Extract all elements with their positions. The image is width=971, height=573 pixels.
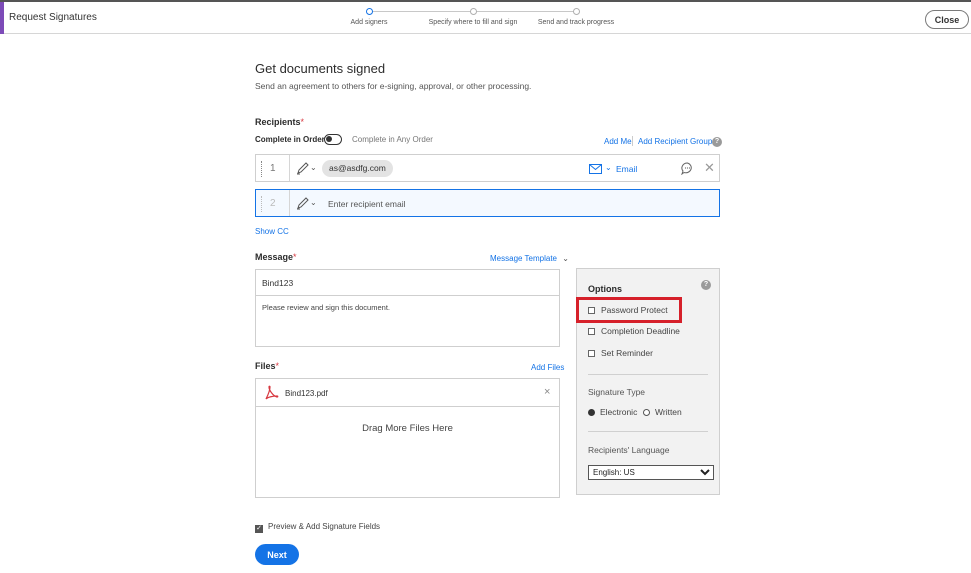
recipients-language-label: Recipients' Language [588, 445, 670, 455]
required-mark: * [293, 252, 297, 262]
recipient-email-input[interactable] [328, 195, 578, 212]
recipients-label: Recipients* [255, 117, 304, 127]
step-label-add-signers: Add signers [350, 19, 388, 26]
preview-label: Preview & Add Signature Fields [268, 522, 381, 531]
options-help-icon[interactable]: ? [701, 280, 711, 290]
signature-type-label: Signature Type [588, 387, 646, 397]
order-toggle[interactable] [324, 134, 342, 145]
role-chevron-down-icon[interactable]: ⌄ [310, 198, 317, 207]
recipient-row-2: 2 ⌄ [255, 189, 720, 217]
set-reminder-option[interactable]: Set Reminder [588, 348, 653, 358]
recipients-label-text: Recipients [255, 117, 301, 127]
required-mark: * [275, 361, 280, 371]
completion-deadline-checkbox[interactable] [588, 328, 595, 335]
signer-role-pen-icon[interactable] [296, 196, 310, 210]
completion-deadline-label: Completion Deadline [601, 326, 680, 336]
complete-any-order-label[interactable]: Complete in Any Order [352, 135, 433, 144]
written-radio-option[interactable]: Written [643, 407, 682, 417]
page-title: Get documents signed [255, 61, 386, 76]
role-chevron-down-icon[interactable]: ⌄ [310, 163, 317, 172]
recipient-number: 2 [270, 198, 276, 209]
show-cc-link[interactable]: Show CC [255, 227, 289, 236]
row-divider [289, 155, 290, 181]
message-body-textarea[interactable]: Please review and sign this document. [256, 297, 559, 346]
drag-handle-icon[interactable] [261, 196, 263, 212]
message-template-text: Message Template [490, 254, 557, 263]
files-label-text: Files [255, 361, 276, 371]
drop-zone-text: Drag More Files Here [362, 423, 453, 434]
message-box: Please review and sign this document. [255, 269, 560, 347]
next-button[interactable]: Next [255, 544, 299, 565]
written-label: Written [655, 407, 682, 417]
auth-chevron-down-icon[interactable]: ⌄ [605, 163, 612, 172]
electronic-radio-option[interactable]: Electronic [588, 407, 637, 417]
toggle-knob [326, 136, 332, 142]
completion-deadline-option[interactable]: Completion Deadline [588, 326, 680, 336]
options-divider [588, 431, 708, 432]
row-divider [289, 190, 290, 216]
email-auth-icon[interactable] [589, 164, 602, 174]
files-label: Files* [255, 361, 279, 371]
file-name: Bind123.pdf [285, 389, 328, 398]
password-protect-highlight [576, 297, 682, 323]
app-title: Request Signatures [9, 12, 97, 23]
electronic-radio[interactable] [588, 409, 595, 416]
file-drop-zone[interactable]: Drag More Files Here [256, 408, 559, 497]
drag-handle-icon[interactable] [261, 161, 263, 177]
brand-accent [0, 2, 4, 34]
options-title: Options [588, 284, 622, 294]
step-dot-send [573, 8, 580, 15]
step-dot-add-signers [366, 8, 373, 15]
recipient-row-1: 1 ⌄ as@asdfg.com ⌄ Email ✕ [255, 154, 720, 182]
private-message-icon[interactable] [681, 162, 694, 175]
remove-recipient-icon[interactable]: ✕ [704, 160, 715, 176]
step-label-specify: Specify where to fill and sign [428, 19, 518, 26]
message-label: Message* [255, 252, 297, 262]
message-label-text: Message [255, 252, 294, 262]
link-divider [632, 136, 633, 146]
preview-checkbox[interactable]: ✓ [255, 525, 263, 533]
message-template-link[interactable]: Message Template ⌄ [490, 254, 569, 263]
preview-option[interactable]: ✓ Preview & Add Signature Fields [255, 522, 380, 533]
language-select[interactable]: English: US [588, 465, 714, 480]
files-box: Bind123.pdf × Drag More Files Here [255, 378, 560, 498]
required-mark: * [300, 117, 305, 127]
complete-in-order-label[interactable]: Complete in Order [255, 135, 325, 144]
pdf-file-icon [265, 385, 279, 400]
top-bar: Request Signatures Add signers Specify w… [0, 0, 971, 34]
options-divider [588, 374, 708, 375]
add-files-link[interactable]: Add Files [531, 363, 564, 372]
electronic-label: Electronic [600, 407, 638, 417]
set-reminder-checkbox[interactable] [588, 350, 595, 357]
add-me-link[interactable]: Add Me [604, 137, 632, 146]
options-panel: Options ? Password Protect Completion De… [576, 268, 720, 495]
remove-file-icon[interactable]: × [544, 386, 550, 398]
set-reminder-label: Set Reminder [601, 348, 653, 358]
page-subtitle: Send an agreement to others for e-signin… [255, 81, 532, 91]
template-chevron-down-icon: ⌄ [562, 254, 569, 263]
auth-method-link[interactable]: Email [616, 164, 637, 174]
step-dot-specify [470, 8, 477, 15]
close-button[interactable]: Close [925, 10, 969, 29]
agreement-name-input[interactable] [256, 270, 559, 296]
file-row: Bind123.pdf × [256, 379, 559, 407]
signer-role-pen-icon[interactable] [296, 161, 310, 175]
recipient-email-chip[interactable]: as@asdfg.com [322, 160, 393, 177]
step-label-send: Send and track progress [537, 19, 615, 26]
recipient-number: 1 [270, 163, 276, 174]
recipients-help-icon[interactable]: ? [712, 137, 722, 147]
written-radio[interactable] [643, 409, 650, 416]
add-recipient-group-link[interactable]: Add Recipient Group [638, 137, 712, 146]
